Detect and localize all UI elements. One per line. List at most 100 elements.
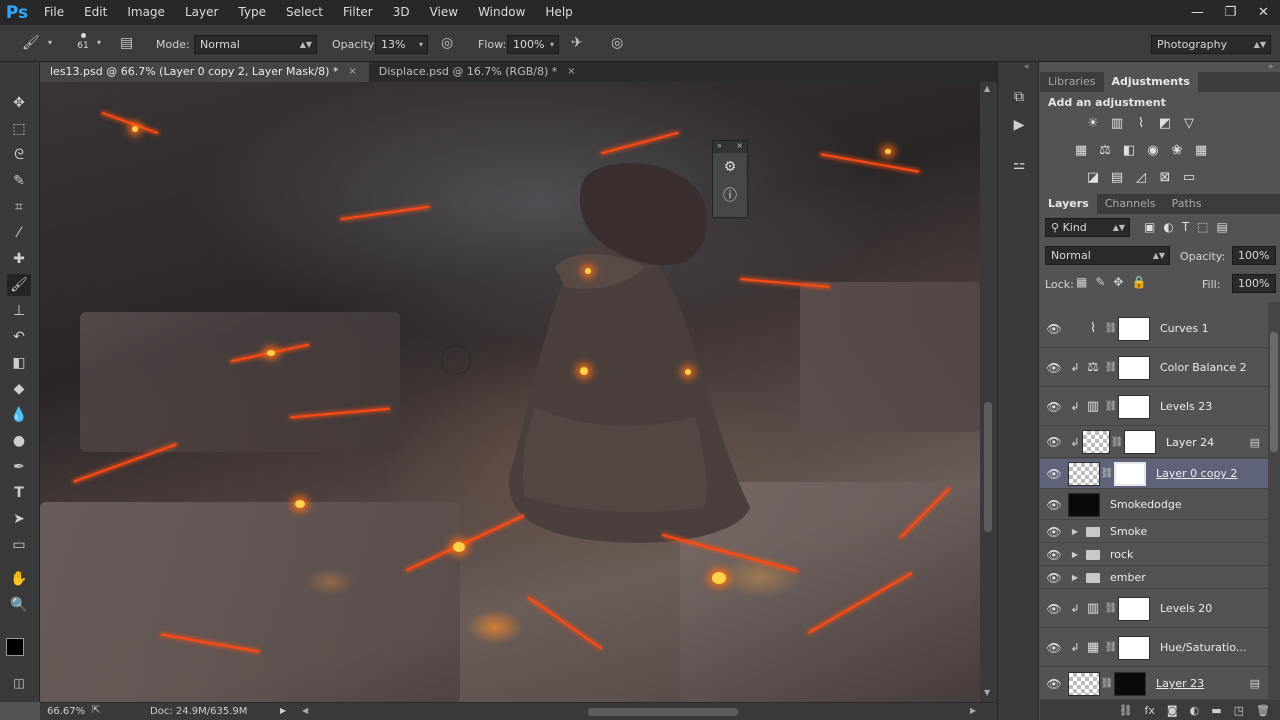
status-menu-arrow-icon[interactable]: ▶ [280, 706, 286, 715]
layers-scrollbar[interactable] [1268, 302, 1280, 700]
eye-icon[interactable]: 👁 [1040, 498, 1068, 512]
eye-icon[interactable]: 👁 [1040, 467, 1068, 481]
menu-layer[interactable]: Layer [175, 0, 228, 25]
eye-icon[interactable]: 👁 [1040, 400, 1068, 414]
layer-row-layer-0-copy-2[interactable]: 👁 ⛓ Layer 0 copy 2 [1040, 459, 1268, 489]
brightness-icon[interactable]: ☀ [1084, 114, 1102, 132]
menu-view[interactable]: View [420, 0, 468, 25]
scroll-down-icon[interactable]: ▼ [984, 688, 990, 697]
exposure-icon[interactable]: ◩ [1156, 114, 1174, 132]
layer-group-ember[interactable]: 👁 ▶ ember [1040, 567, 1268, 589]
minimize-button[interactable]: — [1181, 0, 1214, 25]
levels-icon[interactable]: ▥ [1108, 114, 1126, 132]
scroll-left-icon[interactable]: ◀ [302, 706, 308, 715]
history-panel-icon[interactable]: ⧉ [1010, 88, 1028, 106]
menu-type[interactable]: Type [228, 0, 276, 25]
airbrush-icon[interactable]: ✈ [571, 35, 583, 51]
layer-row-color-balance-2[interactable]: 👁 ↲ ⚖ ⛓ Color Balance 2 [1040, 349, 1268, 387]
filter-type-icon[interactable]: T [1182, 220, 1189, 234]
history-brush-tool-icon[interactable]: ↶ [7, 326, 31, 348]
clone-stamp-tool-icon[interactable]: ⊥ [7, 300, 31, 322]
menu-image[interactable]: Image [117, 0, 175, 25]
brush-tool-icon[interactable]: 🖌 [22, 35, 40, 51]
filter-smart-object-icon[interactable]: ▤ [1217, 220, 1228, 234]
tab-adjustments[interactable]: Adjustments [1103, 72, 1198, 92]
selective-color-icon[interactable]: ⊠ [1156, 168, 1174, 186]
collapse-icon[interactable]: « [1024, 62, 1030, 72]
new-layer-icon[interactable]: ◳ [1234, 704, 1244, 717]
fx-icon[interactable]: fx [1145, 704, 1155, 717]
new-adjustment-icon[interactable]: ◐ [1190, 704, 1200, 717]
tab-channels[interactable]: Channels [1097, 194, 1164, 214]
brush-picker-arrow-icon[interactable]: ▾ [97, 38, 101, 47]
eye-icon[interactable]: 👁 [1040, 361, 1068, 375]
zoom-tool-icon[interactable]: 🔍 [7, 594, 31, 616]
black-white-icon[interactable]: ◧ [1120, 141, 1138, 159]
move-tool-icon[interactable]: ✥ [7, 92, 31, 114]
layer-group-smoke[interactable]: 👁 ▶ Smoke [1040, 521, 1268, 543]
close-icon[interactable]: × [567, 62, 575, 82]
horizontal-scroll-thumb[interactable] [588, 708, 738, 716]
collapse-icon[interactable]: » [717, 141, 722, 153]
lock-paint-icon[interactable]: ✎ [1095, 275, 1105, 289]
type-tool-icon[interactable]: T [7, 482, 31, 504]
close-icon[interactable]: × [348, 62, 356, 82]
posterize-icon[interactable]: ▤ [1108, 168, 1126, 186]
quick-mask-icon[interactable]: ◫ [7, 672, 31, 694]
expand-arrow-icon[interactable]: ▶ [1068, 550, 1082, 559]
layer-opacity-field[interactable]: 100% [1232, 246, 1276, 265]
menu-window[interactable]: Window [468, 0, 535, 25]
channel-mixer-icon[interactable]: ❀ [1168, 141, 1186, 159]
rectangle-tool-icon[interactable]: ▭ [7, 534, 31, 556]
eye-icon[interactable]: 👁 [1040, 322, 1068, 336]
actions-play-icon[interactable]: ▶ [1010, 116, 1028, 134]
lock-all-icon[interactable]: 🔒 [1131, 275, 1146, 289]
canvas-vertical-scrollbar[interactable]: ▲ ▼ [980, 82, 997, 702]
workspace-dropdown[interactable]: Photography ▲▼ [1151, 35, 1271, 54]
new-group-icon[interactable]: ▬ [1211, 704, 1221, 717]
zoom-level[interactable]: 66.67% [47, 706, 85, 717]
scroll-thumb[interactable] [984, 402, 992, 532]
eye-icon[interactable]: 👁 [1040, 677, 1068, 691]
delete-layer-icon[interactable]: 🗑 [1256, 704, 1270, 717]
eye-icon[interactable]: 👁 [1040, 525, 1068, 539]
close-icon[interactable]: × [736, 141, 743, 153]
add-mask-icon[interactable]: ◙ [1167, 704, 1178, 717]
layer-row-layer-24[interactable]: 👁 ↲ ⛓ Layer 24 ▤ [1040, 427, 1268, 458]
color-balance-icon[interactable]: ⚖ [1096, 141, 1114, 159]
scroll-right-icon[interactable]: ▶ [970, 706, 976, 715]
eye-icon[interactable]: 👁 [1040, 571, 1068, 585]
layer-group-rock[interactable]: 👁 ▶ rock [1040, 544, 1268, 566]
link-layers-icon[interactable]: ⛓ [1119, 704, 1133, 717]
threshold-icon[interactable]: ◿ [1132, 168, 1150, 186]
brush-panel-toggle-icon[interactable]: ▤ [120, 35, 133, 51]
eraser-tool-icon[interactable]: ◧ [7, 352, 31, 374]
document-canvas[interactable] [40, 82, 980, 702]
lock-position-icon[interactable]: ✥ [1113, 275, 1123, 289]
lock-transparent-icon[interactable]: ▦ [1076, 275, 1087, 289]
dodge-tool-icon[interactable]: ● [7, 430, 31, 452]
layer-row-curves-1[interactable]: 👁 ⌇ ⛓ Curves 1 [1040, 310, 1268, 348]
vibrance-icon[interactable]: ▽ [1180, 114, 1198, 132]
tab-paths[interactable]: Paths [1164, 194, 1210, 214]
layer-filter-dropdown[interactable]: ⚲ Kind ▲▼ [1045, 218, 1130, 237]
hue-saturation-icon[interactable]: ▦ [1072, 141, 1090, 159]
tab-les13[interactable]: les13.psd @ 66.7% (Layer 0 copy 2, Layer… [40, 62, 369, 82]
flow-field[interactable]: 100% ▾ [507, 35, 559, 54]
tab-libraries[interactable]: Libraries [1040, 72, 1104, 92]
menu-filter[interactable]: Filter [333, 0, 383, 25]
eye-icon[interactable]: 👁 [1040, 641, 1068, 655]
close-window-button[interactable]: ✕ [1247, 0, 1280, 25]
properties-icon[interactable]: ⚙ [713, 153, 747, 181]
eye-icon[interactable]: 👁 [1040, 435, 1068, 449]
brush-tool-icon[interactable]: 🖌 [7, 274, 31, 296]
pressure-size-icon[interactable]: ◎ [611, 35, 623, 51]
pressure-opacity-icon[interactable]: ◎ [441, 35, 453, 51]
menu-select[interactable]: Select [276, 0, 333, 25]
quick-select-tool-icon[interactable]: ✎ [7, 170, 31, 192]
collapse-icon[interactable]: » [1268, 62, 1274, 72]
eye-icon[interactable]: 👁 [1040, 548, 1068, 562]
foreground-color-swatch[interactable] [6, 638, 24, 656]
layer-row-levels-23[interactable]: 👁 ↲ ▥ ⛓ Levels 23 [1040, 388, 1268, 426]
filter-shape-icon[interactable]: ⬚ [1197, 220, 1208, 234]
